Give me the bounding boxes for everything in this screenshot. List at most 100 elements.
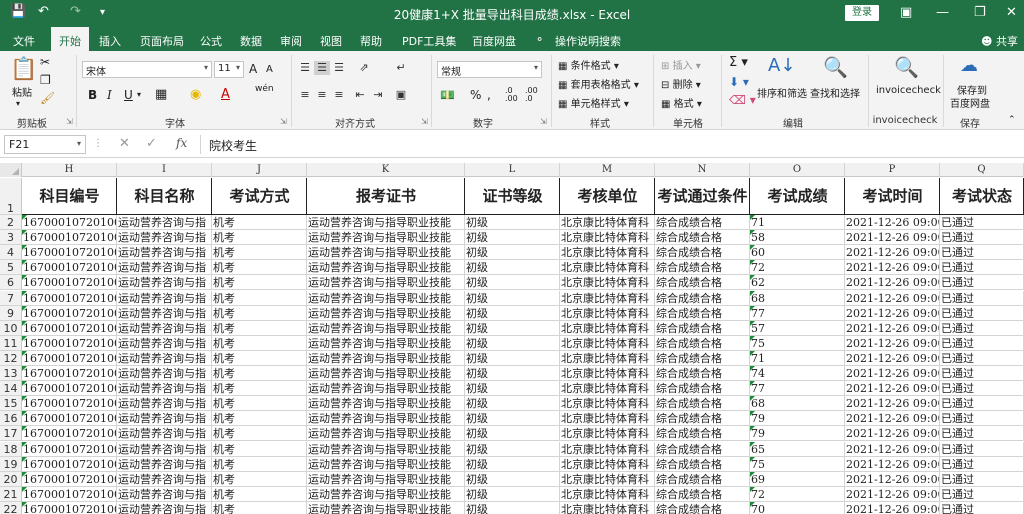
collapse-ribbon-icon[interactable]: ⌃ <box>1008 115 1016 125</box>
table-cell[interactable]: 已通过 <box>940 290 1024 306</box>
table-cell[interactable]: 167000107201007 <box>22 456 117 472</box>
table-cell[interactable]: 运动营养咨询与指 <box>117 366 212 382</box>
error-indicator-icon[interactable] <box>750 230 755 236</box>
borders-icon[interactable]: ▦ <box>155 87 167 102</box>
formula-input[interactable]: 院校考生 <box>200 135 1020 154</box>
table-cell[interactable]: 已通过 <box>940 441 1024 457</box>
table-cell[interactable]: 运动营养咨询与指 <box>117 290 212 306</box>
error-indicator-icon[interactable] <box>750 486 755 492</box>
error-indicator-icon[interactable] <box>22 305 27 311</box>
row-number[interactable]: 2 <box>0 215 22 231</box>
error-indicator-icon[interactable] <box>750 305 755 311</box>
table-cell[interactable]: 机考 <box>212 215 307 231</box>
autosum-icon[interactable]: Σ ▾ <box>729 55 748 70</box>
table-cell[interactable]: 运动营养咨询与指 <box>117 305 212 321</box>
table-cell[interactable]: 初级 <box>465 381 560 397</box>
select-all-button[interactable] <box>0 163 22 177</box>
table-cell[interactable]: 初级 <box>465 275 560 291</box>
error-indicator-icon[interactable] <box>750 320 755 326</box>
table-cell[interactable]: 综合成绩合格 <box>655 305 750 321</box>
table-cell[interactable]: 62 <box>750 275 845 291</box>
table-cell[interactable]: 167000107201007 <box>22 350 117 366</box>
table-cell[interactable]: 已通过 <box>940 215 1024 231</box>
table-cell[interactable]: 初级 <box>465 426 560 442</box>
table-cell[interactable]: 机考 <box>212 441 307 457</box>
enter-icon[interactable]: ✓ <box>146 136 157 151</box>
table-cell[interactable]: 初级 <box>465 230 560 246</box>
header-cell[interactable]: 考试成绩 <box>750 178 845 215</box>
error-indicator-icon[interactable] <box>750 260 755 266</box>
error-indicator-icon[interactable] <box>22 381 27 387</box>
table-cell[interactable]: 运动营养咨询与指导职业技能 <box>307 426 465 442</box>
table-cell[interactable]: 综合成绩合格 <box>655 381 750 397</box>
table-cell[interactable]: 2021-12-26 09:00 <box>845 335 940 351</box>
insert-cells-button[interactable]: ⊞ 插入 ▾ <box>661 57 701 72</box>
table-cell[interactable]: 运动营养咨询与指 <box>117 456 212 472</box>
table-cell[interactable]: 北京康比特体育科 <box>560 501 655 514</box>
table-cell[interactable]: 167000107201007 <box>22 260 117 276</box>
table-cell[interactable]: 北京康比特体育科 <box>560 486 655 502</box>
row-number[interactable]: 15 <box>0 396 22 412</box>
table-cell[interactable]: 167000107201007 <box>22 335 117 351</box>
table-cell[interactable]: 北京康比特体育科 <box>560 396 655 412</box>
table-cell[interactable]: 167000107201007 <box>22 411 117 427</box>
table-cell[interactable]: 初级 <box>465 305 560 321</box>
table-cell[interactable]: 综合成绩合格 <box>655 396 750 412</box>
decrease-indent-icon[interactable]: ⇤ <box>352 88 368 102</box>
fill-color-icon[interactable]: ◉ <box>190 87 201 102</box>
table-cell[interactable]: 运动营养咨询与指 <box>117 215 212 231</box>
error-indicator-icon[interactable] <box>750 381 755 387</box>
row-number[interactable]: 19 <box>0 456 22 472</box>
accounting-format-icon[interactable]: 💵 <box>440 88 455 102</box>
table-cell[interactable]: 2021-12-26 09:00 <box>845 456 940 472</box>
shrink-font-button[interactable]: A <box>266 64 273 75</box>
table-cell[interactable]: 综合成绩合格 <box>655 290 750 306</box>
find-select-button[interactable]: 查找和选择 <box>810 85 860 100</box>
tell-me-search[interactable]: 操作说明搜索 <box>555 33 621 49</box>
error-indicator-icon[interactable] <box>22 486 27 492</box>
row-number[interactable]: 17 <box>0 426 22 442</box>
table-cell[interactable]: 167000107201007 <box>22 275 117 291</box>
table-cell[interactable]: 运动营养咨询与指导职业技能 <box>307 381 465 397</box>
table-cell[interactable]: 北京康比特体育科 <box>560 290 655 306</box>
row-number[interactable]: 4 <box>0 245 22 261</box>
table-cell[interactable]: 机考 <box>212 275 307 291</box>
table-cell[interactable]: 北京康比特体育科 <box>560 245 655 261</box>
table-cell[interactable]: 机考 <box>212 456 307 472</box>
table-cell[interactable]: 综合成绩合格 <box>655 230 750 246</box>
column-header-n[interactable]: N <box>655 163 750 177</box>
table-cell[interactable]: 167000107201007 <box>22 215 117 231</box>
table-cell[interactable]: 机考 <box>212 396 307 412</box>
table-cell[interactable]: 75 <box>750 456 845 472</box>
table-cell[interactable]: 初级 <box>465 350 560 366</box>
table-cell[interactable]: 北京康比特体育科 <box>560 411 655 427</box>
table-cell[interactable]: 综合成绩合格 <box>655 366 750 382</box>
table-cell[interactable]: 运动营养咨询与指 <box>117 501 212 514</box>
number-launcher-icon[interactable]: ⇲ <box>540 117 547 126</box>
table-cell[interactable]: 机考 <box>212 335 307 351</box>
table-cell[interactable]: 71 <box>750 350 845 366</box>
baidu-cloud-icon[interactable]: ☁ <box>960 55 978 76</box>
header-cell[interactable]: 考试状态 <box>940 178 1024 215</box>
grow-font-button[interactable]: A <box>249 62 257 76</box>
decrease-decimal-icon[interactable]: .00.0 <box>525 87 538 103</box>
percent-style-icon[interactable]: % <box>470 88 481 102</box>
table-cell[interactable]: 机考 <box>212 366 307 382</box>
table-cell[interactable]: 2021-12-26 09:00 <box>845 366 940 382</box>
align-top-icon[interactable]: ☰ <box>297 61 313 75</box>
table-cell[interactable]: 58 <box>750 230 845 246</box>
table-cell[interactable]: 167000107201007 <box>22 471 117 487</box>
table-cell[interactable]: 2021-12-26 09:00 <box>845 486 940 502</box>
table-cell[interactable]: 已通过 <box>940 350 1024 366</box>
table-cell[interactable]: 已通过 <box>940 426 1024 442</box>
table-cell[interactable]: 运动营养咨询与指 <box>117 381 212 397</box>
table-cell[interactable]: 综合成绩合格 <box>655 320 750 336</box>
table-cell[interactable]: 综合成绩合格 <box>655 411 750 427</box>
tab-formulas[interactable]: 公式 <box>200 33 222 49</box>
wrap-text-icon[interactable]: ↵ <box>393 61 409 75</box>
error-indicator-icon[interactable] <box>22 350 27 356</box>
table-cell[interactable]: 2021-12-26 09:00 <box>845 411 940 427</box>
error-indicator-icon[interactable] <box>750 335 755 341</box>
conditional-formatting-button[interactable]: ▦ 条件格式 ▾ <box>558 57 619 72</box>
find-select-icon[interactable]: 🔍 <box>823 55 848 79</box>
